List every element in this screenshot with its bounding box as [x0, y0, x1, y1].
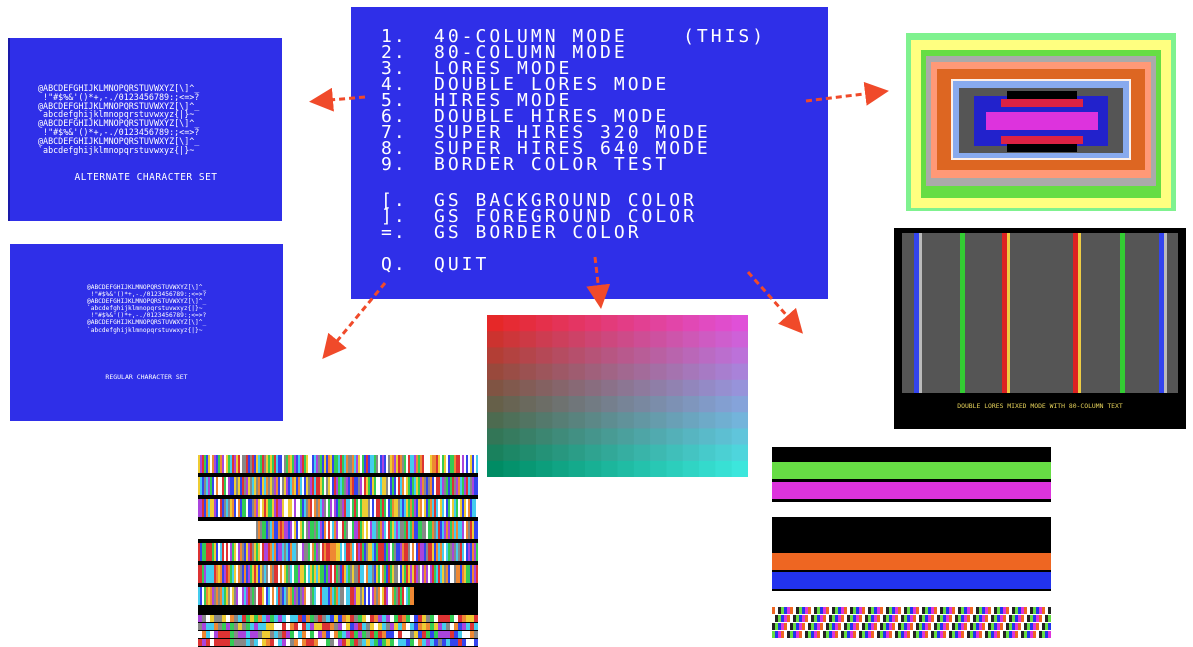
arrow-to-double-lores	[746, 271, 803, 334]
arrow-to-lores	[805, 81, 889, 106]
arrow-to-alt-charset	[309, 87, 366, 112]
arrows-overlay	[309, 81, 889, 359]
arrow-to-regular-charset	[322, 282, 387, 359]
arrow-to-super-hires	[586, 256, 611, 309]
